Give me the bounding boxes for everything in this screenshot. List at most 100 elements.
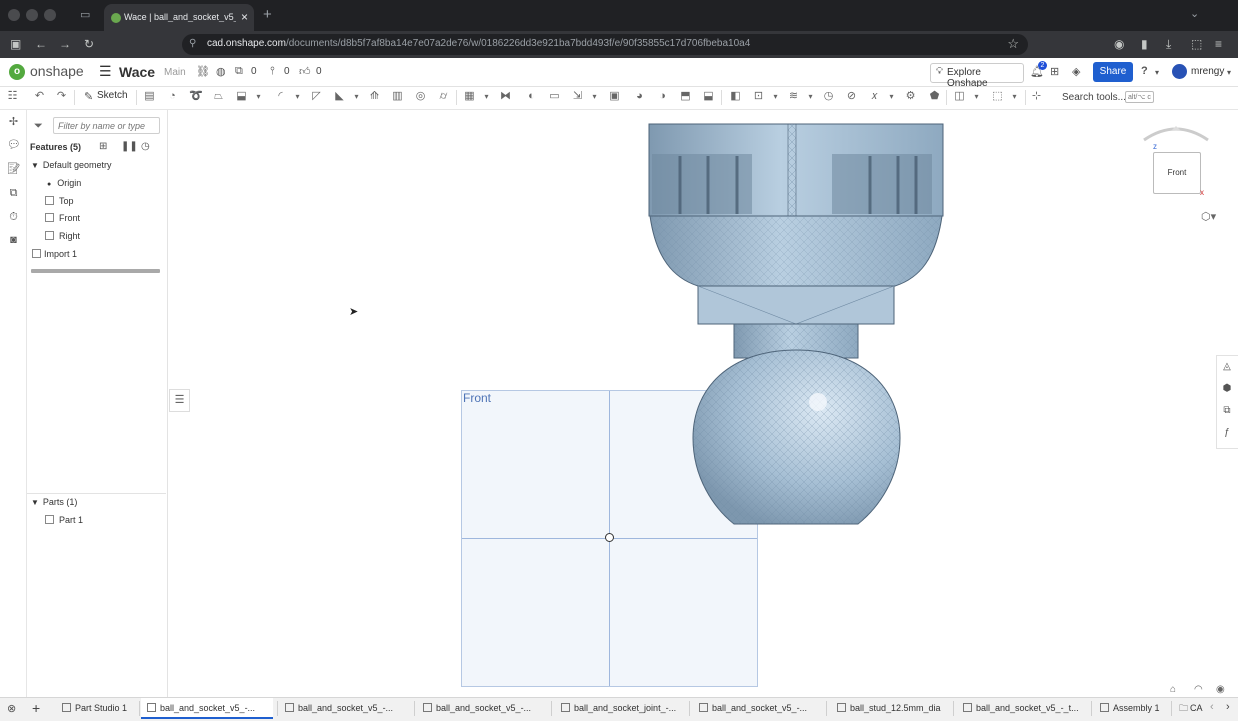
browser-tab-active[interactable]: Wace | ball_and_socket_v5_-_r ×: [104, 4, 254, 31]
display-states-icon[interactable]: ◠: [1194, 684, 1203, 695]
tab-part[interactable]: ball_and_socket_v5_-...: [285, 698, 393, 719]
tab-folder[interactable]: 🗀︎ CA: [1179, 698, 1206, 719]
chevron-down-icon[interactable]: ▼: [31, 161, 39, 170]
fillet-icon[interactable]: ◜: [274, 90, 287, 103]
window-minimize-dot[interactable]: [26, 9, 38, 21]
chevron-down-icon[interactable]: ▾: [350, 90, 363, 103]
rebuild-timer-icon[interactable]: ◷: [141, 141, 150, 152]
mass-properties-icon[interactable]: ⬢: [1221, 383, 1233, 395]
tab-manager-icon[interactable]: ⊗: [7, 702, 16, 715]
download-icon[interactable]: ⤓: [1166, 37, 1171, 52]
edit-notes-icon[interactable]: 📝︎: [7, 163, 21, 176]
branches-icon[interactable]: ⫯: [270, 65, 275, 78]
thicken-icon[interactable]: ⬓: [235, 90, 248, 103]
replace-face-icon[interactable]: ⬒: [679, 90, 692, 103]
appearance-icon[interactable]: ◬: [1221, 361, 1233, 373]
window-close-dot[interactable]: [8, 9, 20, 21]
feature-tree-toggle-icon[interactable]: ✢: [7, 116, 20, 129]
site-info-icon[interactable]: ⚲: [189, 38, 196, 49]
tab-part[interactable]: ball_stud_12.5mm_dia: [837, 698, 941, 719]
render-mode-icon[interactable]: ◉: [1216, 684, 1225, 695]
shell-icon[interactable]: ▥: [391, 90, 404, 103]
feature-item-front[interactable]: Front: [45, 213, 80, 223]
part-model-ball-stud[interactable]: [640, 118, 952, 530]
explore-onshape-button[interactable]: 💡︎ Explore Onshape: [930, 63, 1024, 89]
new-tab-button[interactable]: +: [263, 6, 272, 23]
public-globe-icon[interactable]: ◍: [216, 65, 226, 78]
address-bar[interactable]: ⚲ cad.onshape.com/documents/d8b5f7af8ba1…: [182, 34, 1028, 55]
help-icon[interactable]: ?: [1141, 65, 1148, 77]
tab-part-studio[interactable]: Part Studio 1: [62, 698, 127, 719]
plane-icon[interactable]: ◧: [729, 90, 742, 103]
tab-part[interactable]: ball_and_socket_v5_-...: [423, 698, 531, 719]
delete-part-icon[interactable]: ▣: [608, 90, 621, 103]
pattern-icon[interactable]: ▦: [463, 90, 476, 103]
mate-connector-icon[interactable]: ⊡: [752, 90, 765, 103]
undo-icon[interactable]: ↶: [33, 90, 46, 103]
feature-list-icon[interactable]: ☷: [6, 90, 19, 103]
move-face-icon[interactable]: ◑: [656, 90, 669, 103]
workspace-branch[interactable]: Main: [164, 67, 186, 78]
document-menu-icon[interactable]: ☰: [99, 63, 112, 80]
pause-icon[interactable]: ❚❚: [121, 141, 138, 152]
add-custom-feature-icon[interactable]: ⊹: [1030, 90, 1043, 103]
parts-icon[interactable]: ⧉: [7, 187, 20, 200]
document-title[interactable]: Wace: [119, 64, 155, 80]
draft-icon[interactable]: ◣: [333, 90, 346, 103]
chevron-down-icon[interactable]: ▾: [970, 90, 983, 103]
revolve-icon[interactable]: ◔: [166, 90, 179, 103]
versions-graph-icon[interactable]: ◙: [7, 234, 20, 247]
rollback-bar[interactable]: [31, 269, 160, 273]
back-arrow-icon[interactable]: ←: [35, 37, 47, 51]
chevron-down-icon[interactable]: ▾: [1008, 90, 1021, 103]
onshape-logo-icon[interactable]: o: [9, 64, 25, 80]
modify-fillet-icon[interactable]: ◕: [633, 90, 646, 103]
configurations-icon[interactable]: ⧉: [1221, 405, 1233, 417]
feature-filter-input[interactable]: [53, 117, 160, 134]
sidebar-toggle-icon[interactable]: ▣: [10, 37, 21, 51]
sketch-button[interactable]: Sketch: [97, 90, 128, 101]
tab-assembly[interactable]: Assembly 1: [1100, 698, 1160, 719]
like-thumb-icon[interactable]: 👍︎: [299, 65, 311, 78]
helix-icon[interactable]: ≋: [787, 90, 800, 103]
variable-icon[interactable]: 𝑥: [868, 90, 881, 103]
chevron-down-icon[interactable]: ▼: [31, 498, 39, 507]
scroll-tabs-right-icon[interactable]: ›: [1226, 701, 1230, 713]
variables-table-icon[interactable]: ƒ: [1221, 427, 1233, 439]
user-name[interactable]: mrengy: [1191, 66, 1224, 77]
tag-icon[interactable]: ⬟: [928, 90, 941, 103]
reload-icon[interactable]: ↻: [84, 37, 94, 51]
default-geometry-node[interactable]: ▼ Default geometry: [31, 160, 111, 170]
chevron-down-icon[interactable]: ▾: [252, 90, 265, 103]
hole-icon[interactable]: ◎: [414, 90, 427, 103]
browser-menu-icon[interactable]: ≡: [1215, 37, 1222, 51]
sweep-icon[interactable]: ➰: [189, 90, 203, 103]
feature-item-top[interactable]: Top: [45, 196, 74, 206]
feature-item-right[interactable]: Right: [45, 231, 80, 241]
bookmark-star-icon[interactable]: ☆: [1007, 36, 1019, 52]
chevron-down-icon[interactable]: ▾: [885, 90, 898, 103]
named-views-icon[interactable]: ⌂: [1170, 684, 1176, 695]
extrude-icon[interactable]: ▤: [143, 90, 156, 103]
tab-active-part[interactable]: ball_and_socket_v5_-...: [141, 698, 273, 719]
view-cube[interactable]: Front: [1153, 152, 1201, 194]
tab-search-chevron-icon[interactable]: ⌄: [1190, 7, 1199, 20]
origin-marker[interactable]: [605, 533, 614, 542]
app-store-icon[interactable]: ⊞: [1050, 65, 1059, 78]
sheet-metal-icon[interactable]: ◫: [953, 90, 966, 103]
frame-icon[interactable]: ⚙: [904, 90, 917, 103]
section-view-icon[interactable]: ⊘: [845, 90, 858, 103]
chevron-down-icon[interactable]: ▾: [769, 90, 782, 103]
feature-item-import[interactable]: Import 1: [32, 249, 77, 259]
share-button[interactable]: Share: [1093, 62, 1133, 82]
parts-node[interactable]: ▼ Parts (1): [31, 497, 77, 507]
mirror-icon[interactable]: ⧓: [499, 90, 512, 103]
user-avatar[interactable]: [1172, 64, 1187, 79]
window-zoom-dot[interactable]: [44, 9, 56, 21]
forward-arrow-icon[interactable]: →: [59, 37, 71, 51]
chevron-down-icon[interactable]: ▾: [804, 90, 817, 103]
view-options-cube-icon[interactable]: ⬡▾: [1201, 210, 1216, 223]
extensions-puzzle-icon[interactable]: ⬚: [1191, 37, 1202, 51]
part-item[interactable]: Part 1: [45, 515, 83, 525]
boolean-icon[interactable]: ◐: [525, 90, 538, 103]
